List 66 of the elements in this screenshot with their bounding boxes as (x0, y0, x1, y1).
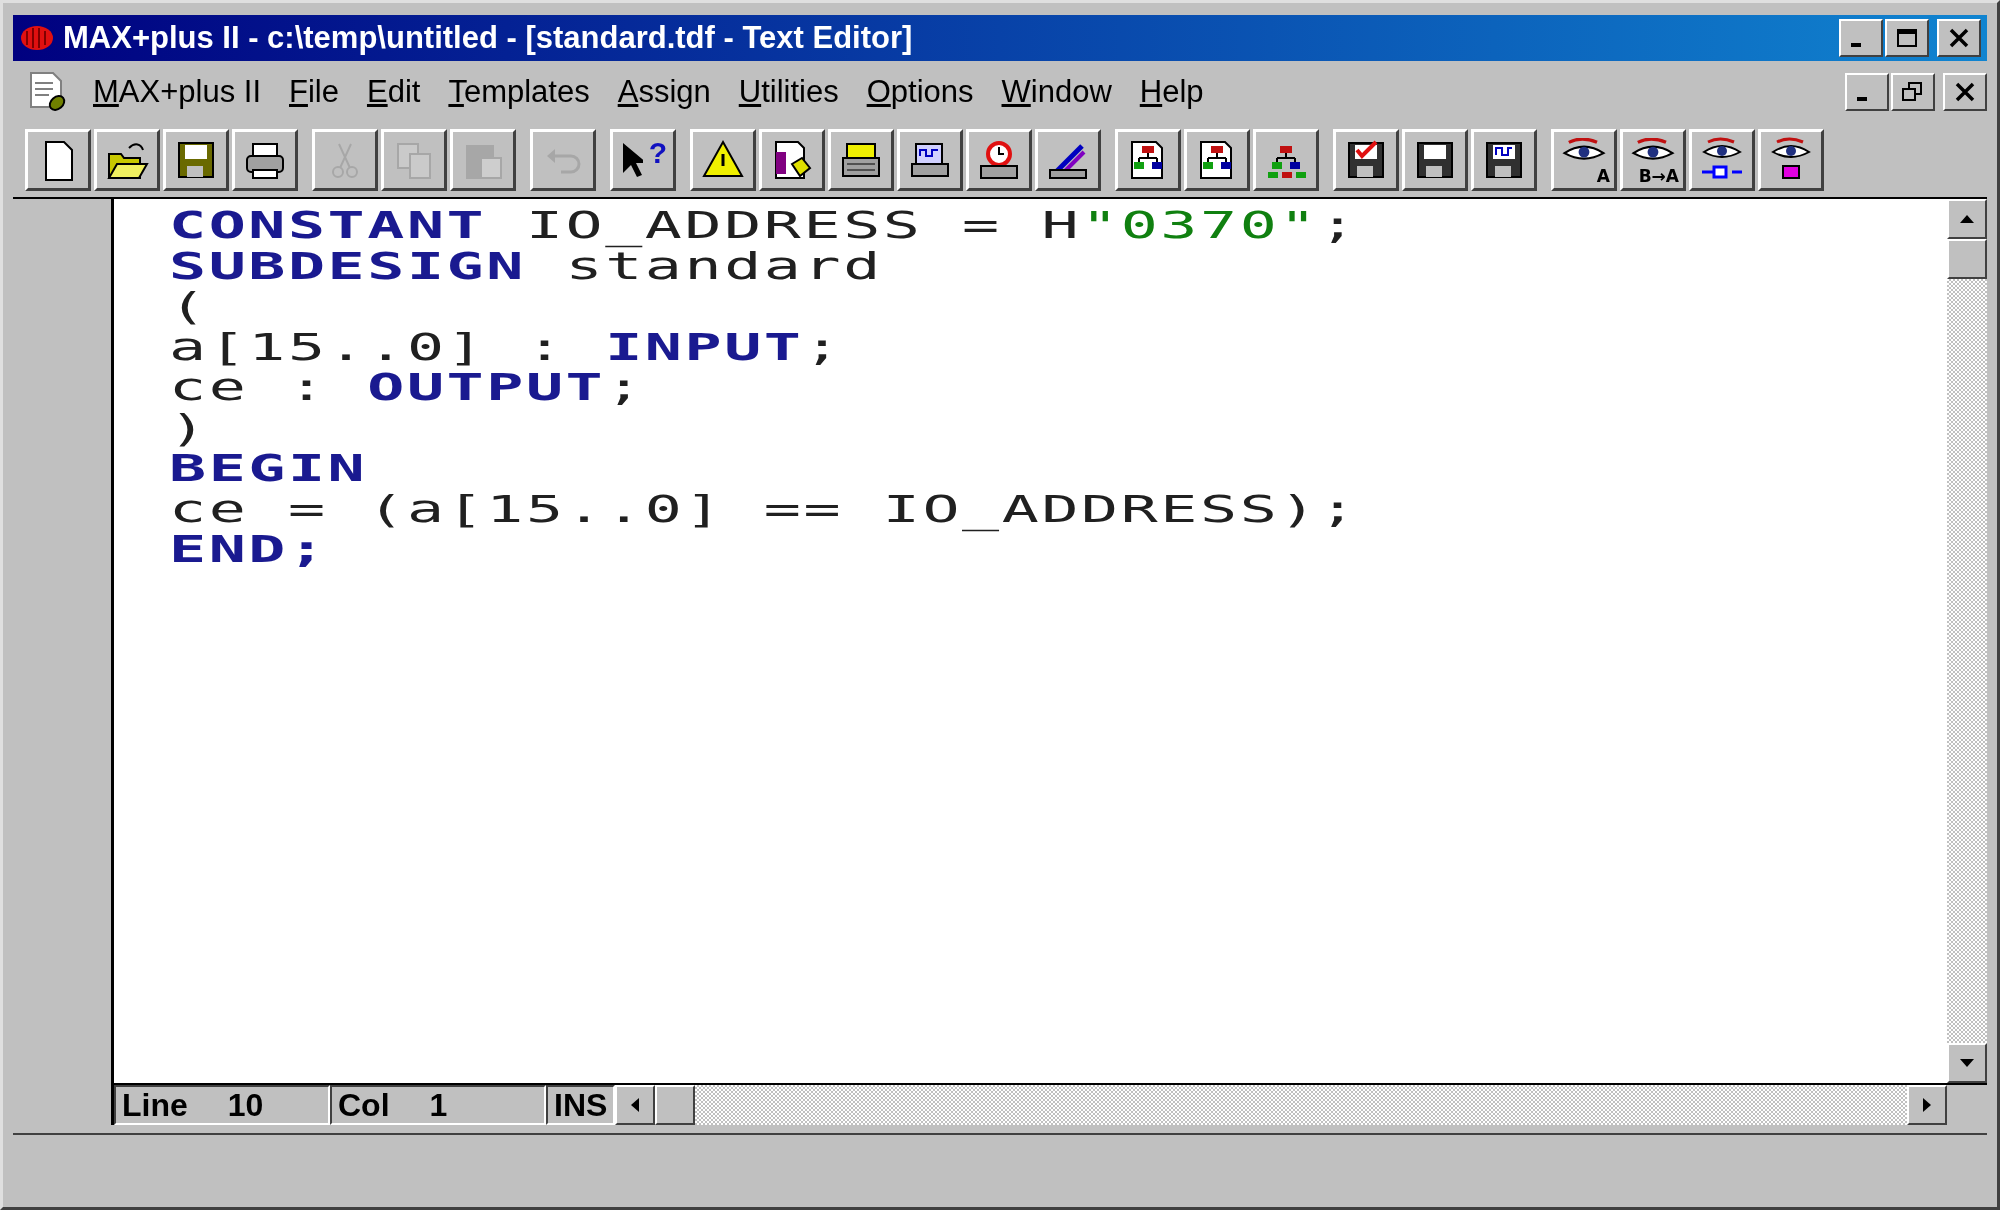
toolbar-button[interactable] (1253, 129, 1319, 191)
toolbar-button[interactable] (966, 129, 1032, 191)
right-arrow-icon (1922, 1097, 1932, 1113)
code-editor[interactable]: CONSTANT IO_ADDRESS = H"0370"; SUBDESIGN standard ( a[15..0] : INPUT; ce : OUTPUT; ) BEGIN ce = (a[15..0] == IO_ADDRESS); END; (114, 199, 1947, 1083)
code-line: CONSTANT IO_ADDRESS = H"0370"; (169, 205, 1359, 246)
maximize-icon (1894, 27, 1920, 49)
help-pointer-icon (623, 143, 643, 177)
menu-item[interactable]: Templates (434, 74, 604, 110)
restore-button[interactable] (1891, 73, 1935, 111)
toolbar-button[interactable] (1758, 129, 1824, 191)
scrollbar-thumb[interactable] (655, 1085, 696, 1125)
code-line: ) (169, 407, 209, 448)
minimize-icon (1851, 43, 1861, 47)
minimize-icon (1857, 97, 1867, 101)
scroll-up-button[interactable] (1947, 199, 1987, 239)
insert-mode-indicator: INS (546, 1085, 616, 1125)
up-arrow-icon (1959, 214, 1975, 224)
toolbar-button[interactable] (94, 129, 160, 191)
down-arrow-icon (1959, 1058, 1975, 1068)
toolbar-button[interactable]: B→A (1620, 129, 1686, 191)
column-indicator: Col 1 (330, 1085, 546, 1125)
menu-item[interactable]: Options (852, 74, 988, 110)
menu-item[interactable]: Edit (352, 74, 435, 110)
code-line: ( (169, 286, 209, 327)
close-button[interactable] (1937, 19, 1981, 57)
toolbar-button[interactable] (1333, 129, 1399, 191)
toolbar-button[interactable] (759, 129, 825, 191)
toolbar-button[interactable] (1402, 129, 1468, 191)
badge-label: B→A (1638, 166, 1679, 186)
maximize-button[interactable] (1885, 19, 1929, 57)
toolbar-button[interactable] (1471, 129, 1537, 191)
code-line: a[15..0] : INPUT; (169, 326, 844, 367)
minimize-button[interactable] (1845, 73, 1889, 111)
scroll-down-button[interactable] (1947, 1043, 1987, 1083)
menu-item[interactable]: Utilities (724, 74, 853, 110)
toolbar-button[interactable] (897, 129, 963, 191)
window-title: MAX+plus II - c:\temp\untitled - [standard.tdf - Text Editor] (63, 20, 914, 56)
code-line: BEGIN (169, 448, 368, 489)
toolbar-button[interactable] (232, 129, 298, 191)
toolbar-button[interactable] (1035, 129, 1101, 191)
toolbar-button[interactable] (163, 129, 229, 191)
toolbar-button[interactable] (690, 129, 756, 191)
scrollbar-thumb[interactable] (1947, 239, 1987, 279)
line-indicator: Line 10 (114, 1085, 330, 1125)
toolbar-button[interactable] (1689, 129, 1755, 191)
badge-label: ? (648, 136, 667, 170)
left-arrow-icon (630, 1097, 641, 1113)
toolbar-button[interactable] (25, 129, 91, 191)
toolbar-button[interactable]: A (1551, 129, 1617, 191)
close-button[interactable] (1943, 73, 1987, 111)
scroll-right-button[interactable] (1907, 1085, 1947, 1125)
menu-item[interactable]: Help (1125, 74, 1218, 110)
code-line: END; (169, 529, 328, 570)
toolbar-button[interactable] (828, 129, 894, 191)
scroll-left-button[interactable] (615, 1085, 656, 1125)
toolbar-button[interactable]: ? (610, 129, 676, 191)
code-line: ce : OUTPUT; (169, 367, 645, 408)
minimize-button[interactable] (1839, 19, 1883, 57)
toolbar-button[interactable] (1115, 129, 1181, 191)
menu-item[interactable]: Assign (603, 74, 725, 110)
badge-label: A (1596, 166, 1610, 186)
menu-item[interactable]: Window (987, 74, 1126, 110)
menu-item[interactable]: MAX+plus II (79, 74, 275, 110)
toolbar-button[interactable] (1184, 129, 1250, 191)
menu-item[interactable]: File (275, 74, 353, 110)
app-logo-icon (19, 23, 55, 53)
